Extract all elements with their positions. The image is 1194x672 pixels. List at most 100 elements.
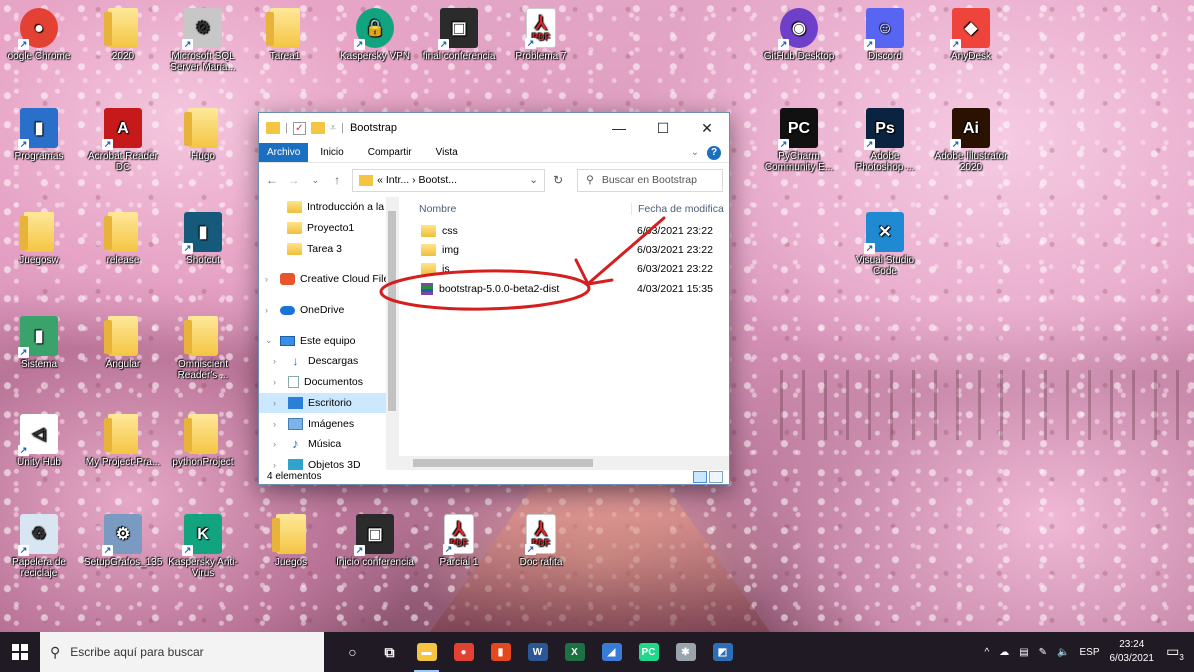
column-date[interactable]: Fecha de modifica: [631, 203, 729, 215]
taskbar-pycharm-button[interactable]: PC: [630, 632, 667, 672]
nav-item[interactable]: Tarea 3: [259, 238, 398, 259]
file-explorer-window[interactable]: | ✓ ⩡ | Bootstrap — ☐ ✕ Archivo Inicio C…: [258, 112, 730, 485]
taskbar-app-blue-button[interactable]: ◢: [593, 632, 630, 672]
nav-item[interactable]: › Documentos: [259, 372, 398, 393]
tab-inicio[interactable]: Inicio: [308, 143, 355, 162]
desktop-icon[interactable]: PsAdobe Photoshop ...: [846, 108, 924, 173]
pen-icon[interactable]: ✎: [1039, 647, 1047, 658]
desktop-icon[interactable]: Angular: [84, 316, 162, 370]
expand-chevron-icon[interactable]: ›: [265, 274, 275, 284]
minimize-button[interactable]: —: [597, 113, 641, 143]
nav-item[interactable]: ⌄ Este equipo: [259, 330, 398, 351]
expand-chevron-icon[interactable]: ›: [273, 356, 283, 366]
nav-item[interactable]: Introducción a la p: [259, 197, 398, 218]
desktop-icon[interactable]: ⅄PDF Doc rafita: [502, 514, 580, 568]
nav-item[interactable]: › OneDrive: [259, 300, 398, 321]
desktop-icon[interactable]: ▮Sistema: [0, 316, 78, 370]
taskbar-word-button[interactable]: W: [519, 632, 556, 672]
desktop-icon[interactable]: release: [84, 212, 162, 266]
desktop-icon[interactable]: Omniscient Reader's ...: [164, 316, 242, 381]
desktop-icon[interactable]: 2020: [84, 8, 162, 62]
up-icon[interactable]: ↑: [330, 173, 344, 187]
nav-item[interactable]: › Escritorio: [259, 392, 398, 414]
desktop-icon[interactable]: ◉GitHub Desktop: [760, 8, 838, 62]
cloud-icon[interactable]: ☁: [999, 647, 1009, 658]
address-bar[interactable]: « Intr... › Bootst... ⌄: [352, 168, 546, 192]
desktop-icon[interactable]: ▮Shotcut: [164, 212, 242, 266]
desktop-icon[interactable]: Juegosw: [0, 212, 78, 266]
language-indicator[interactable]: ESP: [1079, 647, 1099, 658]
start-button[interactable]: [0, 632, 40, 672]
tab-vista[interactable]: Vista: [424, 143, 470, 162]
expand-chevron-icon[interactable]: ›: [273, 439, 283, 449]
maximize-button[interactable]: ☐: [641, 113, 685, 143]
desktop-icon[interactable]: ◁Unity Hub: [0, 414, 78, 468]
desktop-icon[interactable]: ◆AnyDesk: [932, 8, 1010, 62]
title-bar[interactable]: | ✓ ⩡ | Bootstrap — ☐ ✕: [259, 113, 729, 143]
expand-ribbon-icon[interactable]: ⌄: [691, 147, 699, 158]
close-button[interactable]: ✕: [685, 113, 729, 143]
tray-overflow-icon[interactable]: ^: [984, 647, 989, 658]
back-icon[interactable]: ←: [265, 173, 279, 187]
desktop-icon[interactable]: ▣final conferencia: [420, 8, 498, 62]
taskbar-task-view-button[interactable]: ⧉: [371, 632, 408, 672]
column-name[interactable]: Nombre: [399, 203, 631, 215]
desktop-icon[interactable]: ♻Papelera de reciclaje: [0, 514, 78, 579]
address-dropdown-icon[interactable]: ⌄: [529, 174, 538, 186]
taskbar-file-explorer-button[interactable]: ▬: [408, 632, 445, 672]
taskbar-excel-button[interactable]: X: [556, 632, 593, 672]
expand-chevron-icon[interactable]: ⌄: [265, 335, 275, 346]
nav-item[interactable]: › Imágenes: [259, 413, 398, 434]
taskbar-search[interactable]: ⚲ Escribe aquí para buscar: [40, 632, 324, 672]
nav-item[interactable]: › Creative Cloud Files: [259, 269, 398, 290]
desktop-icon[interactable]: ⚙SetupGrafos_135: [84, 514, 162, 568]
expand-chevron-icon[interactable]: ›: [273, 460, 283, 470]
new-folder-icon[interactable]: [310, 122, 325, 134]
desktop-icon[interactable]: AAcrobat Reader DC: [84, 108, 162, 173]
expand-chevron-icon[interactable]: ›: [273, 419, 283, 429]
expand-chevron-icon[interactable]: ›: [273, 377, 283, 387]
refresh-icon[interactable]: ↻: [553, 173, 563, 187]
notifications-icon[interactable]: ▭3: [1164, 643, 1186, 662]
nav-item[interactable]: › ♪ Música: [259, 434, 398, 455]
desktop-icon[interactable]: PCPyCharm Community E...: [760, 108, 838, 173]
taskbar-photos-button[interactable]: ◩: [704, 632, 741, 672]
desktop-icon[interactable]: Hugo: [164, 108, 242, 162]
desktop-icon[interactable]: 🔒Kaspersky VPN: [336, 8, 414, 62]
file-row[interactable]: img 6/03/2021 23:22: [399, 240, 729, 259]
desktop-icon[interactable]: ▮Programas: [0, 108, 78, 162]
file-row[interactable]: css 6/03/2021 23:22: [399, 221, 729, 240]
desktop-icon[interactable]: ⅄PDF Parcial 1: [420, 514, 498, 568]
search-input[interactable]: ⚲ Buscar en Bootstrap: [577, 168, 723, 192]
scrollbar-thumb[interactable]: [388, 211, 396, 411]
desktop-icon[interactable]: ●oogle Chrome: [0, 8, 78, 62]
network-icon[interactable]: ▤: [1019, 647, 1028, 658]
forward-icon[interactable]: →: [287, 173, 301, 187]
desktop-icon[interactable]: ▣Inicio conferencia: [336, 514, 414, 568]
taskbar-chrome-button[interactable]: ●: [445, 632, 482, 672]
quick-access-dropdown-icon[interactable]: ⩡: [330, 122, 336, 135]
large-icons-view-button[interactable]: [709, 471, 723, 483]
tab-archivo[interactable]: Archivo: [259, 143, 309, 162]
desktop-icon[interactable]: ⚙Microsoft SQL Server Mana...: [164, 8, 242, 73]
navigation-scrollbar[interactable]: [386, 197, 398, 470]
taskbar-cortana-button[interactable]: ○: [334, 632, 371, 672]
desktop-icon[interactable]: ☺Discord: [846, 8, 924, 62]
expand-chevron-icon[interactable]: ›: [273, 398, 283, 408]
taskbar-office-button[interactable]: ▮: [482, 632, 519, 672]
properties-icon[interactable]: ✓: [292, 121, 306, 135]
nav-item[interactable]: › ↓ Descargas: [259, 351, 398, 372]
help-icon[interactable]: ?: [707, 145, 721, 160]
desktop-icon[interactable]: KKaspersky Anti-Virus: [164, 514, 242, 579]
recent-dropdown-icon[interactable]: ⌄: [309, 175, 323, 186]
file-row[interactable]: bootstrap-5.0.0-beta2-dist 4/03/2021 15:3…: [399, 279, 729, 298]
desktop-icon[interactable]: My Project-Pra...: [84, 414, 162, 468]
expand-chevron-icon[interactable]: ›: [265, 305, 275, 315]
desktop-icon[interactable]: AiAdobe Illustrator 2020: [932, 108, 1010, 173]
scrollbar-thumb[interactable]: [413, 459, 593, 467]
taskbar-tool-button[interactable]: ✱: [667, 632, 704, 672]
volume-icon[interactable]: 🔈: [1057, 647, 1069, 658]
desktop-icon[interactable]: ⅄PDF Problema 7: [502, 8, 580, 62]
tab-compartir[interactable]: Compartir: [356, 143, 424, 162]
details-view-button[interactable]: [693, 471, 707, 483]
